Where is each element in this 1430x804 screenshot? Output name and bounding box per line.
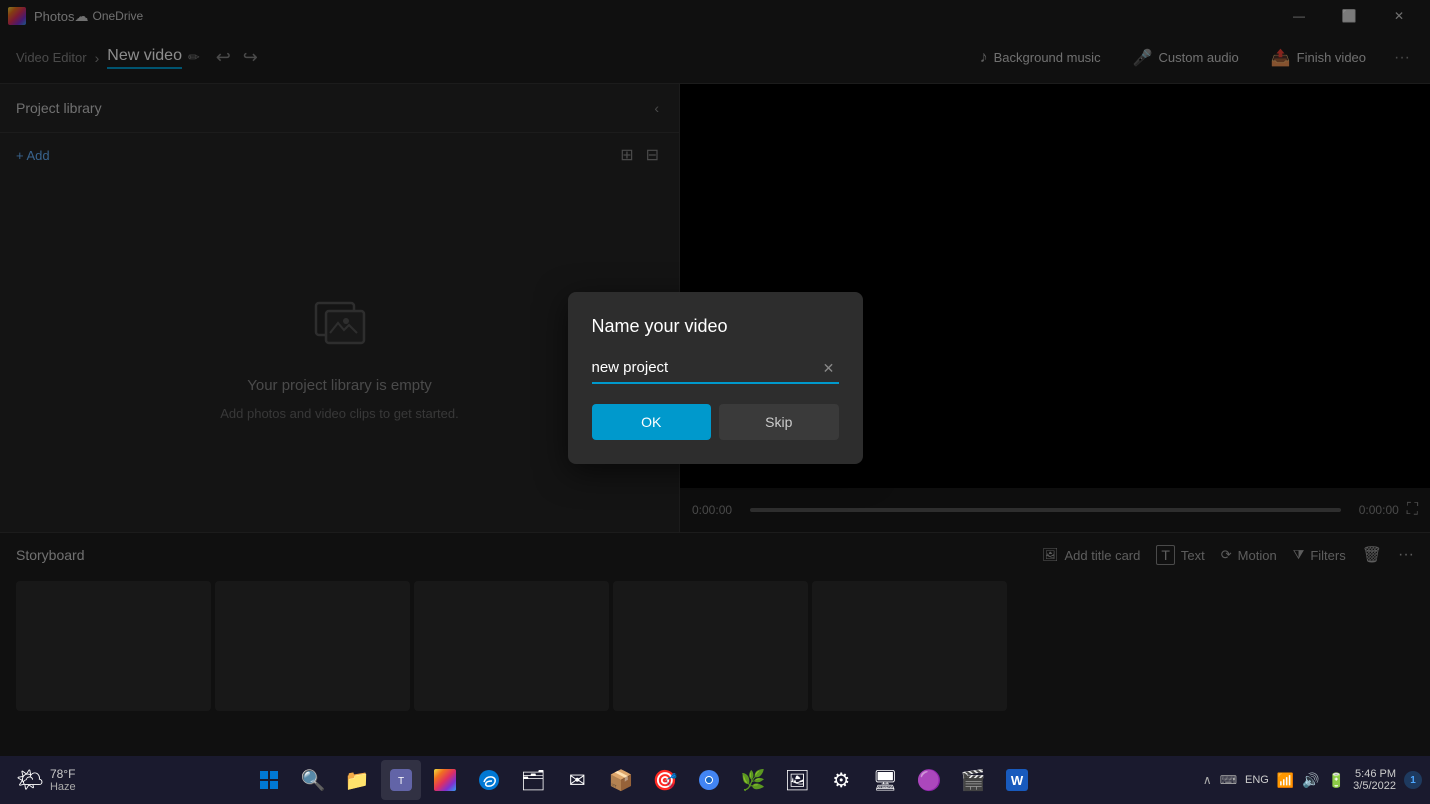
settings-button[interactable]: ⚙ bbox=[821, 760, 861, 800]
svg-text:W: W bbox=[1011, 773, 1024, 788]
battery-icon[interactable]: 🔋 bbox=[1328, 772, 1345, 789]
file-explorer-button[interactable]: 📁 bbox=[337, 760, 377, 800]
dialog-buttons: OK Skip bbox=[592, 404, 839, 440]
word-button[interactable]: W bbox=[997, 760, 1037, 800]
time: 5:46 PM bbox=[1355, 768, 1396, 780]
clock[interactable]: 5:46 PM 3/5/2022 bbox=[1353, 768, 1396, 792]
name-video-dialog: Name your video ✕ OK Skip bbox=[568, 292, 863, 464]
weather-condition: Haze bbox=[50, 781, 76, 793]
lang-indicator[interactable]: ENG bbox=[1245, 774, 1269, 786]
edge-button[interactable] bbox=[469, 760, 509, 800]
weather-widget: 🌤 78°F Haze bbox=[8, 767, 84, 793]
teams-button[interactable]: T bbox=[381, 760, 421, 800]
date: 3/5/2022 bbox=[1353, 780, 1396, 792]
start-button[interactable] bbox=[249, 760, 289, 800]
ok-button[interactable]: OK bbox=[592, 404, 712, 440]
weather-info: 78°F Haze bbox=[50, 767, 76, 793]
taskbar-right: ∧ ⌨ ENG 📶 🔊 🔋 5:46 PM 3/5/2022 1 bbox=[1203, 768, 1422, 792]
chrome-button[interactable] bbox=[689, 760, 729, 800]
keyboard-icon[interactable]: ⌨ bbox=[1220, 773, 1237, 787]
video-name-input[interactable] bbox=[592, 353, 839, 384]
taskbar: 🌤 78°F Haze 🔍 📁 T bbox=[0, 756, 1430, 804]
skip-button[interactable]: Skip bbox=[719, 404, 839, 440]
input-container: ✕ bbox=[592, 353, 839, 384]
notifications-button[interactable]: 1 bbox=[1404, 771, 1422, 789]
temperature: 78°F bbox=[50, 767, 76, 781]
mail-button[interactable]: ✉ bbox=[557, 760, 597, 800]
wifi-icon[interactable]: 📶 bbox=[1277, 772, 1294, 789]
dropbox-button[interactable]: 📦 bbox=[601, 760, 641, 800]
taskbar-left: 🌤 78°F Haze bbox=[8, 767, 84, 793]
weather-icon: 🌤 bbox=[16, 767, 44, 793]
app3-button[interactable]: 🖥 bbox=[865, 760, 905, 800]
svg-text:T: T bbox=[398, 776, 404, 787]
photos-app-button[interactable]: 🖼 bbox=[777, 760, 817, 800]
app1-button[interactable]: 🎯 bbox=[645, 760, 685, 800]
app4-button[interactable]: 🟣 bbox=[909, 760, 949, 800]
vlc-button[interactable]: 🎬 bbox=[953, 760, 993, 800]
volume-icon[interactable]: 🔊 bbox=[1302, 772, 1319, 789]
show-hidden-icons[interactable]: ∧ bbox=[1203, 773, 1212, 787]
dialog-title: Name your video bbox=[592, 316, 839, 337]
search-button[interactable]: 🔍 bbox=[293, 760, 333, 800]
modal-overlay: Name your video ✕ OK Skip bbox=[0, 0, 1430, 756]
photos-taskbar-button[interactable] bbox=[425, 760, 465, 800]
clear-input-button[interactable]: ✕ bbox=[819, 359, 839, 379]
app2-button[interactable]: 🌿 bbox=[733, 760, 773, 800]
taskbar-center: 🔍 📁 T 🗂 ✉ 📦 🎯 bbox=[84, 760, 1203, 800]
folder-button[interactable]: 🗂 bbox=[513, 760, 553, 800]
